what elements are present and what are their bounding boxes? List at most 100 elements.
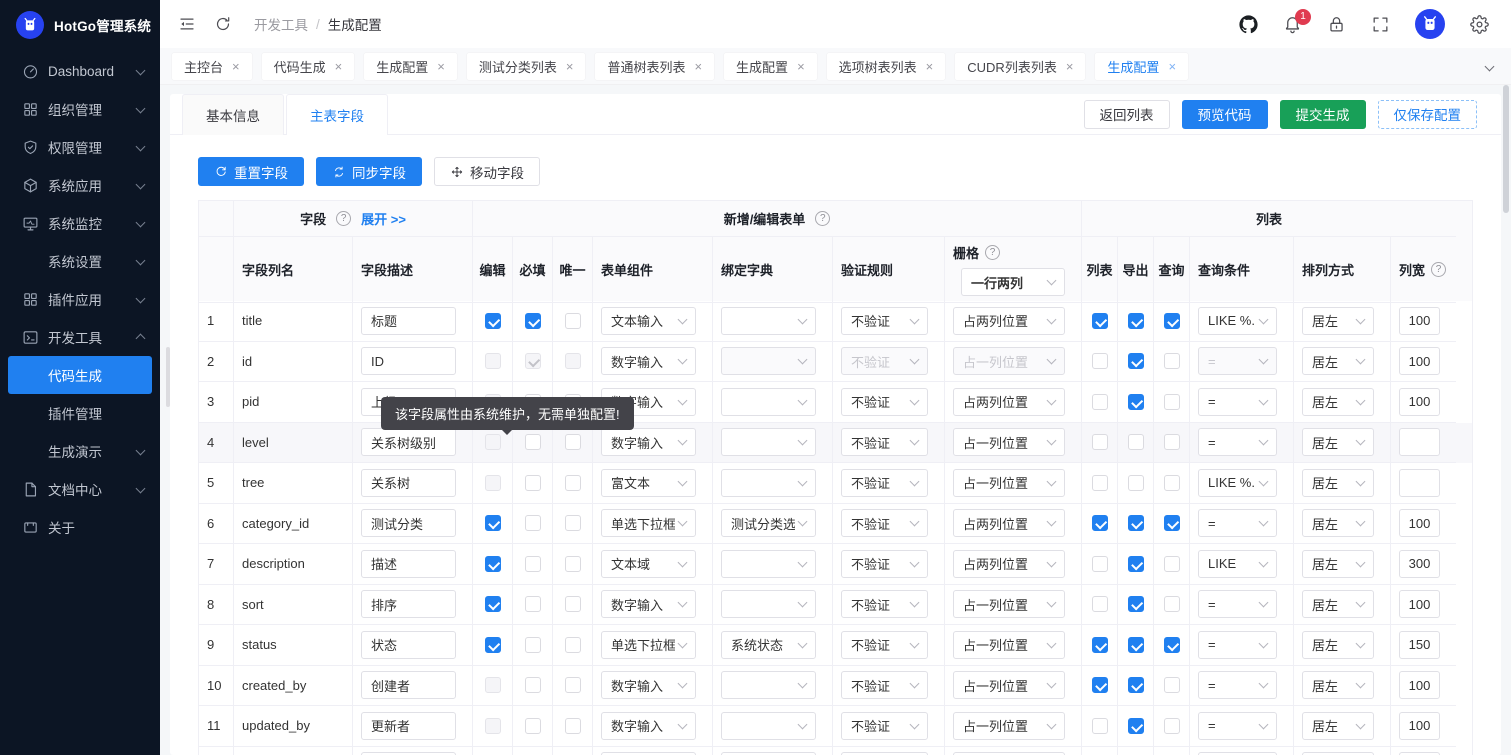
required-checkbox[interactable] — [525, 637, 541, 653]
required-checkbox[interactable] — [525, 596, 541, 612]
edit-checkbox[interactable] — [485, 596, 501, 612]
sidebar-item-Dashboard[interactable]: Dashboard — [0, 52, 160, 90]
field-desc-input[interactable]: 标题 — [361, 307, 456, 335]
column-width-input[interactable] — [1399, 428, 1440, 456]
unique-checkbox[interactable] — [565, 434, 581, 450]
list-checkbox[interactable] — [1092, 434, 1108, 450]
list-checkbox[interactable] — [1092, 718, 1108, 734]
form-component-select[interactable]: 数字输入 — [601, 428, 696, 456]
field-desc-input[interactable]: 关系树 — [361, 469, 456, 497]
export-checkbox[interactable] — [1128, 718, 1144, 734]
dict-binding-select[interactable] — [721, 550, 816, 578]
field-desc-input[interactable]: 更新者 — [361, 712, 456, 740]
tab-主表字段[interactable]: 主表字段 — [286, 94, 388, 135]
form-component-select[interactable]: 数字输入 — [601, 712, 696, 740]
form-component-select[interactable]: 富文本 — [601, 469, 696, 497]
sidebar-item-系统应用[interactable]: 系统应用 — [0, 166, 160, 204]
list-checkbox[interactable] — [1092, 475, 1108, 491]
tab-close-icon[interactable]: × — [694, 60, 702, 73]
query-condition-select[interactable]: LIKE — [1198, 550, 1277, 578]
dict-binding-select[interactable] — [721, 469, 816, 497]
align-select[interactable]: 居左 — [1302, 428, 1374, 456]
unique-checkbox[interactable] — [565, 637, 581, 653]
sidebar-item-系统设置[interactable]: 系统设置 — [0, 242, 160, 280]
form-component-select[interactable]: 数字输入 — [601, 590, 696, 618]
export-checkbox[interactable] — [1128, 637, 1144, 653]
column-width-input[interactable]: 300 — [1399, 550, 1440, 578]
dict-binding-select[interactable] — [721, 671, 816, 699]
query-checkbox[interactable] — [1164, 313, 1180, 329]
export-checkbox[interactable] — [1128, 596, 1144, 612]
required-checkbox[interactable] — [525, 556, 541, 572]
query-condition-select[interactable]: = — [1198, 347, 1277, 375]
list-checkbox[interactable] — [1092, 515, 1108, 531]
sync-fields-button[interactable]: 同步字段 — [316, 157, 422, 186]
query-condition-select[interactable]: = — [1198, 509, 1277, 537]
tab-close-icon[interactable]: × — [926, 60, 934, 73]
export-checkbox[interactable] — [1128, 313, 1144, 329]
dict-binding-select[interactable] — [721, 307, 816, 335]
validate-rule-select[interactable]: 不验证 — [841, 469, 928, 497]
list-checkbox[interactable] — [1092, 394, 1108, 410]
save-config-only-button[interactable]: 仅保存配置 — [1378, 100, 1478, 129]
grid-position-select[interactable]: 占一列位置 — [953, 712, 1065, 740]
required-checkbox[interactable] — [525, 434, 541, 450]
list-checkbox[interactable] — [1092, 556, 1108, 572]
query-condition-select[interactable]: = — [1198, 428, 1277, 456]
unique-checkbox[interactable] — [565, 718, 581, 734]
align-select[interactable]: 居左 — [1302, 631, 1374, 659]
submit-generate-button[interactable]: 提交生成 — [1280, 100, 1366, 129]
query-checkbox[interactable] — [1164, 677, 1180, 693]
query-checkbox[interactable] — [1164, 515, 1180, 531]
field-desc-input[interactable]: 状态 — [361, 631, 456, 659]
validate-rule-select[interactable]: 不验证 — [841, 671, 928, 699]
validate-rule-select[interactable]: 不验证 — [841, 428, 928, 456]
column-width-input[interactable]: 100 — [1399, 388, 1440, 416]
sidebar-subitem-插件管理[interactable]: 插件管理 — [8, 394, 152, 432]
query-checkbox[interactable] — [1164, 637, 1180, 653]
export-checkbox[interactable] — [1128, 353, 1144, 369]
query-condition-select[interactable]: = — [1198, 590, 1277, 618]
preview-code-button[interactable]: 预览代码 — [1182, 100, 1268, 129]
list-checkbox[interactable] — [1092, 353, 1108, 369]
list-checkbox[interactable] — [1092, 596, 1108, 612]
dict-binding-select[interactable] — [721, 347, 816, 375]
nav-tab-生成配置[interactable]: 生成配置× — [364, 53, 457, 80]
field-desc-input[interactable]: 描述 — [361, 550, 456, 578]
nav-tab-生成配置[interactable]: 生成配置× — [724, 53, 817, 80]
align-select[interactable]: 居左 — [1302, 347, 1374, 375]
query-checkbox[interactable] — [1164, 718, 1180, 734]
validate-rule-select[interactable]: 不验证 — [841, 307, 928, 335]
unique-checkbox[interactable] — [565, 475, 581, 491]
validate-rule-select[interactable]: 不验证 — [841, 631, 928, 659]
validate-rule-select[interactable]: 不验证 — [841, 712, 928, 740]
refresh-page-icon[interactable] — [214, 15, 232, 33]
query-condition-select[interactable]: = — [1198, 388, 1277, 416]
unique-checkbox[interactable] — [565, 596, 581, 612]
help-question-icon[interactable]: ? — [985, 245, 1000, 260]
grid-position-select[interactable]: 占一列位置 — [953, 347, 1065, 375]
align-select[interactable]: 居左 — [1302, 712, 1374, 740]
grid-position-select[interactable]: 占两列位置 — [953, 388, 1065, 416]
unique-checkbox[interactable] — [565, 313, 581, 329]
align-select[interactable]: 居左 — [1302, 590, 1374, 618]
nav-tab-选项树表列表[interactable]: 选项树表列表× — [827, 53, 946, 80]
edit-checkbox[interactable] — [485, 313, 501, 329]
form-component-select[interactable]: 单选下拉框 — [601, 631, 696, 659]
help-question-icon[interactable]: ? — [815, 211, 830, 226]
nav-tab-普通树表列表[interactable]: 普通树表列表× — [595, 53, 714, 80]
validate-rule-select[interactable]: 不验证 — [841, 509, 928, 537]
sidebar-item-系统监控[interactable]: 系统监控 — [0, 204, 160, 242]
align-select[interactable]: 居左 — [1302, 469, 1374, 497]
export-checkbox[interactable] — [1128, 556, 1144, 572]
unique-checkbox[interactable] — [565, 515, 581, 531]
grid-position-select[interactable]: 占两列位置 — [953, 550, 1065, 578]
dict-binding-select[interactable]: 测试分类选项 — [721, 509, 816, 537]
collapse-sidebar-icon[interactable] — [178, 15, 196, 33]
field-desc-input[interactable]: ID — [361, 347, 456, 375]
validate-rule-select[interactable]: 不验证 — [841, 550, 928, 578]
column-width-input[interactable]: 100 — [1399, 347, 1440, 375]
list-checkbox[interactable] — [1092, 677, 1108, 693]
dict-binding-select[interactable] — [721, 712, 816, 740]
validate-rule-select[interactable]: 不验证 — [841, 388, 928, 416]
